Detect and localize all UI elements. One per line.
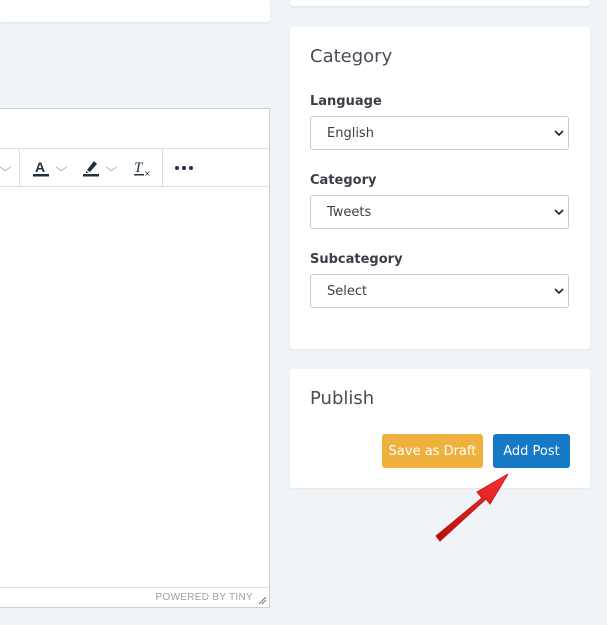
annotation-arrow-icon	[435, 473, 509, 542]
